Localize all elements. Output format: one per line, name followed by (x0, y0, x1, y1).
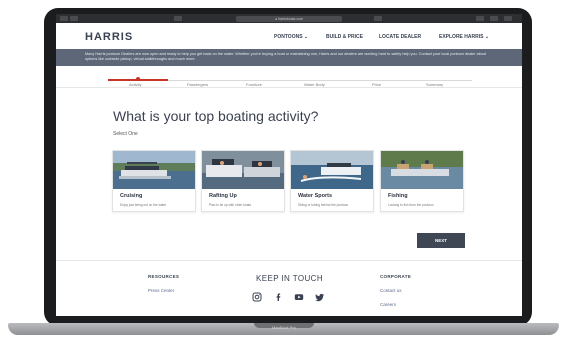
option-card-fishing[interactable]: Fishing Looking to fish from the pontoon (380, 150, 464, 212)
step-furniture[interactable]: Furniture (246, 82, 262, 87)
option-title: Fishing (388, 193, 408, 199)
footer-link-careers[interactable]: Careers (380, 302, 396, 307)
harris-logo[interactable]: HARRIS (85, 31, 133, 43)
next-button[interactable]: NEXT (417, 233, 465, 248)
option-card-rafting-up[interactable]: Rafting Up Plan to tie up with other boa… (201, 150, 285, 212)
banner-text: Many Harris pontoon Dealers are now open… (85, 52, 487, 61)
nav-build-price[interactable]: BUILD & PRICE (326, 34, 363, 40)
step-summary[interactable]: Summary (426, 82, 443, 87)
twitter-icon[interactable] (315, 292, 325, 302)
forward-button[interactable] (70, 16, 78, 21)
device-label: MacBook Pro (271, 325, 296, 330)
address-bar[interactable]: ● harrisboats.com (236, 15, 342, 22)
footer-divider (56, 260, 522, 261)
share-button[interactable] (476, 16, 484, 21)
progress-marker (136, 77, 140, 81)
nav-locate-dealer[interactable]: LOCATE DEALER (379, 34, 421, 40)
step-price[interactable]: Price (372, 82, 381, 87)
cruising-photo (113, 151, 195, 189)
browser-toolbar: ● harrisboats.com (56, 14, 522, 23)
youtube-icon[interactable] (294, 292, 304, 302)
option-title: Rafting Up (209, 193, 237, 199)
step-water-body[interactable]: Water Body (304, 82, 325, 87)
option-card-water-sports[interactable]: Water Sports Skiing or tubing behind the… (290, 150, 374, 212)
option-title: Water Sports (298, 193, 333, 199)
dealer-notice-banner: Many Harris pontoon Dealers are now open… (56, 49, 522, 66)
option-description: Enjoy just being out on the water (120, 203, 167, 207)
tabs-overview-button[interactable] (504, 16, 512, 21)
instagram-icon[interactable] (252, 292, 262, 302)
footer-link-press-center[interactable]: Press Center (148, 288, 174, 293)
fishing-photo (381, 151, 463, 189)
next-button-label: NEXT (434, 238, 447, 243)
site-header: HARRIS PONTOONS ⌄ BUILD & PRICE LOCATE D… (56, 23, 522, 49)
step-passengers[interactable]: Passengers (187, 82, 208, 87)
footer-resources-heading: RESOURCES (148, 274, 180, 279)
quiz-progress: Activity Passengers Furniture Water Body… (56, 66, 522, 88)
option-card-cruising[interactable]: Cruising Enjoy just being out on the wat… (112, 150, 196, 212)
option-description: Skiing or tubing behind the pontoon (298, 203, 349, 207)
option-description: Plan to tie up with other boats (209, 203, 251, 207)
page-title: What is your top boating activity? (113, 108, 319, 124)
rafting-up-photo (202, 151, 284, 189)
footer-corporate-heading: CORPORATE (380, 274, 412, 279)
nav-explore-harris[interactable]: EXPLORE HARRIS ⌄ (439, 34, 489, 40)
option-description: Looking to fish from the pontoon (388, 203, 434, 207)
nav-pontoons[interactable]: PONTOONS ⌄ (274, 34, 308, 40)
instruction-text: Select One (113, 131, 138, 137)
reload-button[interactable] (374, 16, 382, 21)
facebook-icon[interactable] (274, 292, 284, 302)
screen: ● harrisboats.com HARRIS PONTOONS ⌄ BUIL… (56, 14, 522, 316)
step-activity[interactable]: Activity (129, 82, 142, 87)
option-title: Cruising (120, 193, 143, 199)
footer-link-contact-us[interactable]: Contact us (380, 288, 402, 293)
new-tab-button[interactable] (490, 16, 498, 21)
sidebar-toggle-button[interactable] (174, 16, 182, 21)
keep-in-touch-heading: KEEP IN TOUCH (256, 274, 323, 283)
back-button[interactable] (60, 16, 68, 21)
water-sports-photo (291, 151, 373, 189)
url-text: ● harrisboats.com (275, 16, 303, 21)
